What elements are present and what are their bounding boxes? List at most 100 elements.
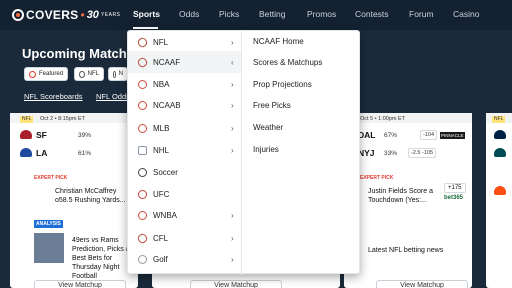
team-pct: 39% [78,132,92,139]
baseball-icon [138,123,147,133]
covers-logo[interactable]: COVERS • 30 YEARS [12,8,120,22]
chevron-right-icon: › [231,37,234,47]
sport-label: NCAAF [153,57,181,67]
filter-chip-featured[interactable]: Featured [24,67,68,81]
sport-label: Golf [153,254,168,264]
football-icon [136,231,149,245]
sport-label: MLB [153,123,170,133]
sport-item-cfl[interactable]: CFL › [128,227,241,249]
nav-forum[interactable]: Forum [409,9,434,19]
nav-picks[interactable]: Picks [219,9,239,19]
submenu-free-picks[interactable]: Free Picks [253,101,291,110]
sport-item-ufc[interactable]: UFC [128,183,241,205]
submenu-weather[interactable]: Weather [253,123,283,132]
sf-helmet-icon [20,130,32,139]
analysis-text[interactable]: Latest NFL betting news [368,246,443,255]
top-nav: COVERS • 30 YEARS Sports Odds Picks Bett… [0,0,512,30]
sport-label: UFC [153,189,170,199]
team-odds[interactable]: -2.5 -105 [408,148,437,158]
chip-label: NFL [87,71,99,77]
sport-item-ncaab[interactable]: NCAAB › [128,94,241,116]
sport-item-nba[interactable]: NBA › [128,73,241,95]
featured-icon [29,70,36,78]
sport-item-ncaaf[interactable]: NCAAF ‹ [128,51,241,73]
ufc-icon [138,189,147,199]
team-helmet-icon [494,148,506,157]
nav-active-indicator [133,27,158,29]
analysis-label: ANALYSIS [34,220,63,228]
expert-pick-label: EXPERT PICK [34,175,68,181]
team-pct: 67% [384,132,398,139]
team-pct: 33% [384,150,398,157]
expert-pick-label: EXPERT PICK [360,175,394,181]
sport-label: NHL [153,145,170,155]
sport-label: NFL [153,37,169,47]
team-abbr: SF [36,130,47,140]
covers-logo-icon [12,9,24,21]
brand-dot: • [80,8,85,22]
football-icon [136,35,149,49]
team-pct: 61% [78,150,92,157]
view-matchup-button[interactable]: View Matchup [34,280,126,288]
soccer-icon [138,167,147,177]
golf-icon [138,254,147,264]
basketball-icon [138,100,147,110]
nav-promos[interactable]: Promos [307,9,336,19]
team-abbr: DAL [358,130,376,140]
football-icon [79,70,85,78]
chevron-right-icon: › [231,233,234,243]
link-nfl-scoreboards[interactable]: NFL Scoreboards [24,92,83,101]
nav-betting[interactable]: Betting [259,9,285,19]
sport-label: WNBA [153,210,177,220]
team-odds[interactable]: -104 [420,130,438,140]
expert-pick-text[interactable]: Justin Fields Score a Touchdown (Yes:... [368,187,438,205]
filter-chip-nfl[interactable]: NFL [74,67,104,81]
sport-item-soccer[interactable]: Soccer [128,161,241,183]
sport-item-mlb[interactable]: MLB › [128,117,241,139]
chevron-right-icon: › [231,79,234,89]
nav-odds[interactable]: Odds [179,9,199,19]
sport-item-nhl[interactable]: NHL › [128,139,241,161]
filter-chip-n[interactable]: N [108,67,128,81]
team-abbr: NYJ [358,148,375,158]
basketball-icon [138,210,147,220]
bet365-logo: bet365 [444,195,464,201]
analysis-thumbnail[interactable] [34,233,64,263]
sports-dropdown: NFL › NCAAF ‹ NBA › NCAAB › MLB › NHL › … [127,30,360,275]
matchup-card-far-right [486,113,512,288]
submenu-ncaaf-home[interactable]: NCAAF Home [253,37,304,46]
sport-label: CFL [153,233,169,243]
chip-label: Featured [38,71,63,77]
chevron-right-icon: › [231,145,234,155]
hockey-icon [138,145,147,155]
league-tag: NFL [20,116,34,123]
chevron-right-icon: › [231,254,234,264]
league-tag: NFL [492,116,506,123]
submenu-scores-matchups[interactable]: Scores & Matchups [253,58,322,67]
team-helmet-icon [494,186,506,195]
pinnacle-logo: PINNACLE [440,132,465,139]
nav-sports[interactable]: Sports [133,9,160,19]
sport-label: NCAAB [153,100,181,110]
sport-item-wnba[interactable]: WNBA › [128,204,241,226]
game-date: Oct 5 • 1:00pm ET [360,116,406,122]
submenu-prop-projections[interactable]: Prop Projections [253,80,312,89]
analysis-text[interactable]: 49ers vs Rams Prediction, Picks & Best B… [72,236,132,281]
chevron-right-icon: › [231,123,234,133]
nav-casino[interactable]: Casino [453,9,479,19]
sport-item-golf[interactable]: Golf › [128,248,241,270]
brand-name: COVERS [26,8,79,22]
chevron-right-icon: › [231,100,234,110]
football-icon [136,55,149,69]
expert-pick-odds[interactable]: +175 [444,183,466,193]
link-nfl-odds[interactable]: NFL Odds [96,92,130,101]
sport-label: NBA [153,79,170,89]
sport-item-nfl[interactable]: NFL › [128,31,241,53]
submenu-injuries[interactable]: Injuries [253,145,279,154]
nav-contests[interactable]: Contests [355,9,389,19]
basketball-icon [138,79,147,89]
la-helmet-icon [20,148,32,157]
view-matchup-button[interactable]: View Matchup [190,280,282,288]
expert-pick-text[interactable]: Christian McCaffrey o58.5 Rushing Yards.… [55,187,130,205]
view-matchup-button[interactable]: View Matchup [376,280,468,288]
